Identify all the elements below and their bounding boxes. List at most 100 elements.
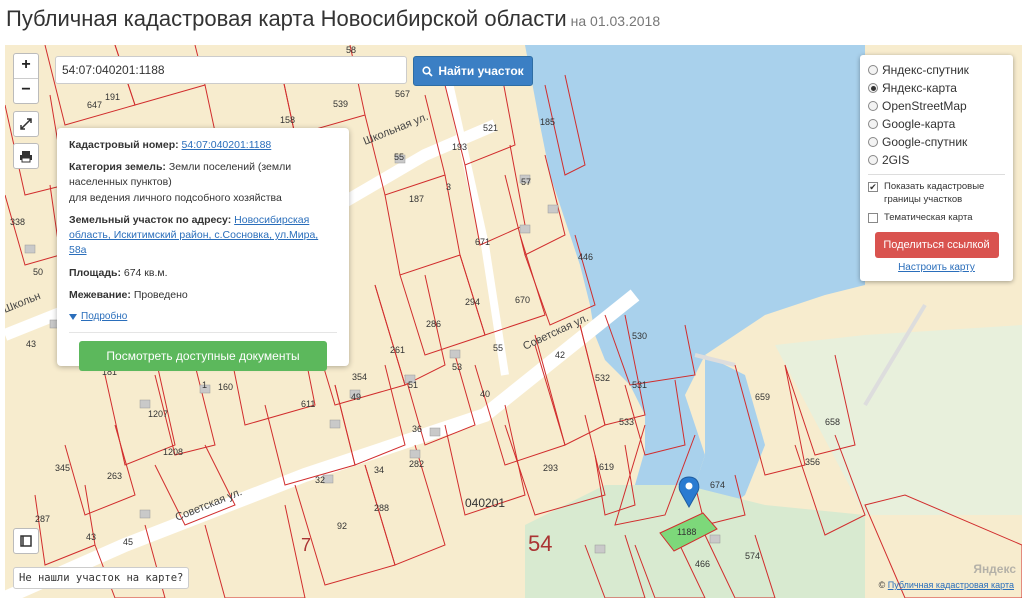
parcel-number: 286 [426, 319, 441, 329]
parcel-number: 533 [619, 417, 634, 427]
area-value: 674 кв.м. [123, 266, 168, 279]
parcel-number: 53 [452, 362, 462, 372]
radio-icon[interactable] [868, 101, 878, 111]
zoom-out-button[interactable]: − [14, 78, 38, 103]
survey-row: Межевание: Проведено [69, 288, 337, 303]
legend-button[interactable] [13, 528, 39, 554]
parcel-number: 40 [480, 389, 490, 399]
parcel-number: 293 [543, 463, 558, 473]
survey-value: Проведено [133, 288, 188, 301]
parcel-number: 261 [390, 345, 405, 355]
thematic-option[interactable]: Тематическая карта [868, 211, 1005, 224]
layer-option[interactable]: Яндекс-карта [868, 79, 1005, 97]
cadastral-search-input[interactable] [55, 56, 407, 84]
parcel-number: 50 [33, 267, 43, 277]
print-button[interactable] [13, 143, 39, 169]
parcel-number: 42 [555, 350, 565, 360]
map-canvas[interactable]: 58 567 539 158 647 191 521 185 55 193 57… [5, 45, 1022, 598]
parcel-number: 49 [351, 392, 361, 402]
parcel-number: 34 [374, 465, 384, 475]
radio-selected-icon[interactable] [868, 83, 878, 93]
copyright-link[interactable]: Публичная кадастровая карта [888, 580, 1014, 590]
parcel-number: 55 [394, 152, 404, 162]
checkbox-icon[interactable] [868, 212, 878, 223]
area-label: Площадь: [69, 266, 121, 279]
show-borders-option[interactable]: ✔ Показать кадастровые границы участков [868, 180, 1005, 207]
parcel-number: 611 [301, 399, 315, 409]
parcel-number: 354 [352, 372, 367, 382]
layer-option[interactable]: 2GIS [868, 151, 1005, 169]
layer-option[interactable]: Google-спутник [868, 133, 1005, 151]
zoom-control: + − [13, 53, 39, 104]
parcel-number: 619 [599, 462, 614, 472]
share-link-button[interactable]: Поделиться ссылкой [874, 231, 999, 258]
checkbox-checked-icon[interactable]: ✔ [868, 182, 878, 192]
parcel-number: 185 [540, 117, 555, 127]
parcel-number: 1208 [163, 447, 183, 457]
parcel-number: 43 [26, 339, 36, 349]
show-borders-label: Показать кадастровые границы участков [884, 181, 985, 206]
parcel-number: 521 [483, 123, 498, 133]
category-value-2: для ведения личного подсобного хозяйства [69, 191, 282, 204]
street-label: Школьная ул. [362, 111, 430, 148]
radio-icon[interactable] [868, 137, 878, 147]
green-area-right [775, 325, 1022, 515]
parcel-number: 294 [465, 297, 480, 307]
layer-switcher-panel: Яндекс-спутник Яндекс-карта OpenStreetMa… [860, 55, 1013, 281]
zoom-in-button[interactable]: + [14, 54, 38, 78]
caret-down-icon [69, 314, 77, 321]
yandex-watermark: Яндекс [973, 562, 1016, 576]
region-label: 54 [528, 531, 552, 556]
parcel-number: 191 [105, 92, 120, 102]
layer-option-label: Google-карта [882, 117, 956, 131]
fullscreen-button[interactable] [13, 111, 39, 137]
area-row: Площадь: 674 кв.м. [69, 266, 337, 281]
category-label: Категория земель: [69, 161, 166, 174]
parcel-number: 1207 [148, 409, 168, 419]
parcel-number: 338 [10, 217, 25, 227]
layer-option-label: Яндекс-спутник [882, 63, 969, 77]
survey-label: Межевание: [69, 288, 131, 301]
configure-map-link[interactable]: Настроить карту [868, 262, 1005, 273]
radio-icon[interactable] [868, 65, 878, 75]
parcel-number: 57 [521, 177, 531, 187]
parcel-number: 193 [452, 142, 467, 152]
parcel-number: 43 [86, 532, 96, 542]
parcel-number: 531 [632, 380, 647, 390]
layer-option-label: 2GIS [882, 153, 910, 167]
layer-option-label: Google-спутник [882, 135, 968, 149]
parcel-number: 658 [825, 417, 840, 427]
parcel-number: 356 [805, 457, 820, 467]
not-found-button[interactable]: Не нашли участок на карте? [13, 567, 190, 589]
find-parcel-button[interactable]: Найти участок [413, 56, 533, 86]
parcel-number: 187 [409, 194, 424, 204]
parcel-number: 647 [87, 100, 102, 110]
layers-divider [868, 174, 1005, 175]
parcel-number: 670 [515, 295, 530, 305]
layer-option[interactable]: Google-карта [868, 115, 1005, 133]
details-toggle[interactable]: Подробно [69, 310, 337, 325]
parcel-number: 55 [493, 343, 503, 353]
layer-option[interactable]: OpenStreetMap [868, 97, 1005, 115]
parcel-number: 45 [123, 537, 133, 547]
print-icon [20, 150, 32, 162]
address-label: Земельный участок по адресу: [69, 213, 232, 226]
radio-icon[interactable] [868, 119, 878, 129]
cadastral-label: Кадастровый номер: [69, 139, 179, 151]
details-label: Подробно [81, 310, 128, 322]
parcel-number: 466 [695, 559, 710, 569]
parcel-number: 92 [337, 521, 347, 531]
layer-option-label: OpenStreetMap [882, 99, 967, 113]
title-date: на 01.03.2018 [570, 13, 661, 29]
parcel-number: 3 [446, 182, 451, 192]
copyright: © Публичная кадастровая карта [879, 580, 1014, 590]
parcel-number: 1188 [677, 527, 696, 537]
parcel-number: 288 [374, 503, 389, 513]
parcel-number: 1 [202, 380, 207, 390]
radio-icon[interactable] [868, 155, 878, 165]
thematic-label: Тематическая карта [884, 211, 973, 223]
cadastral-link[interactable]: 54:07:040201:1188 [182, 139, 272, 151]
layer-option[interactable]: Яндекс-спутник [868, 61, 1005, 79]
view-documents-button[interactable]: Посмотреть доступные документы [79, 341, 327, 372]
parcel-number: 36 [412, 424, 422, 434]
